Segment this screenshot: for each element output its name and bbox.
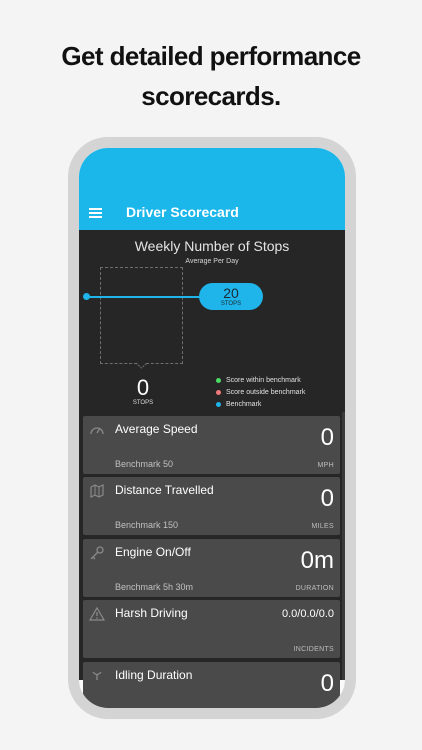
idle-icon xyxy=(92,671,102,680)
bar-baseline-left xyxy=(100,363,137,364)
chart-legend: Score within benchmark Score outside ben… xyxy=(216,374,305,410)
chart-title: Weekly Number of Stops xyxy=(134,238,290,254)
card-value: 0m xyxy=(300,547,334,574)
current-stops-value: 0 xyxy=(136,375,150,400)
card-benchmark: Benchmark 5h 30m xyxy=(115,582,194,592)
headline: Get detailed performance scorecards. xyxy=(0,36,422,116)
warning-icon xyxy=(89,606,105,621)
card-harsh-driving[interactable]: Harsh Driving 0.0/0.0/0.0 INCIDENTS xyxy=(83,600,340,658)
legend-label-within: Score within benchmark xyxy=(226,376,301,384)
card-title: Idling Duration xyxy=(115,668,193,682)
speedometer-icon xyxy=(90,427,104,435)
app-bar: Driver Scorecard xyxy=(79,148,345,230)
chart-subtitle: Average Per Day xyxy=(185,258,239,265)
legend-dot-benchmark xyxy=(216,401,221,407)
card-title: Engine On/Off xyxy=(115,545,191,559)
scorecard-content[interactable]: Weekly Number of Stops Average Per Day 2… xyxy=(79,230,345,708)
legend-item-outside: Score outside benchmark xyxy=(216,386,305,398)
legend-dot-outside xyxy=(216,389,221,395)
card-title: Distance Travelled xyxy=(115,483,214,497)
benchmark-line-dot xyxy=(83,293,90,300)
card-value: 0 xyxy=(320,670,334,697)
card-engine-on-off[interactable]: Engine On/Off 0m Benchmark 5h 30m DURATI… xyxy=(83,539,340,597)
current-stops-unit: STOPS xyxy=(132,400,154,406)
app-title: Driver Scorecard xyxy=(126,204,239,220)
headline-line-2: scorecards. xyxy=(141,81,281,111)
bar-baseline-right xyxy=(146,363,183,364)
card-title: Harsh Driving xyxy=(115,606,188,620)
legend-item-benchmark: Benchmark xyxy=(216,398,305,410)
card-value: 0 xyxy=(320,485,334,512)
card-average-speed[interactable]: Average Speed 0 Benchmark 50 MPH xyxy=(83,416,340,474)
card-unit: INCIDENTS xyxy=(293,646,334,653)
card-benchmark: Benchmark 50 xyxy=(115,459,174,469)
map-icon xyxy=(90,484,104,498)
card-unit: DURATION xyxy=(295,585,334,592)
benchmark-line xyxy=(86,296,201,298)
benchmark-badge: 20 STOPS xyxy=(199,283,263,310)
legend-item-within: Score within benchmark xyxy=(216,374,305,386)
card-unit: MILES xyxy=(311,523,334,530)
app-screen: Driver Scorecard Weekly Number of Stops … xyxy=(79,148,345,708)
scrollbar[interactable] xyxy=(342,412,345,680)
bar-pointer-notch xyxy=(135,362,148,369)
headline-line-1: Get detailed performance xyxy=(61,41,361,71)
card-idling-duration[interactable]: Idling Duration 0 xyxy=(83,662,340,708)
benchmark-unit: STOPS xyxy=(220,301,242,307)
hamburger-menu-icon[interactable] xyxy=(89,208,102,218)
card-value: 0 xyxy=(320,424,334,451)
card-title: Average Speed xyxy=(115,422,198,436)
legend-label-outside: Score outside benchmark xyxy=(226,388,306,396)
card-benchmark: Benchmark 150 xyxy=(115,520,179,530)
key-icon xyxy=(90,546,104,560)
stops-bar-placeholder xyxy=(100,267,183,364)
legend-dot-within xyxy=(216,377,221,383)
legend-label-benchmark: Benchmark xyxy=(226,400,262,408)
card-value: 0.0/0.0/0.0 xyxy=(282,608,334,620)
phone-frame: Driver Scorecard Weekly Number of Stops … xyxy=(68,137,356,719)
benchmark-value: 20 xyxy=(223,285,239,301)
card-distance-travelled[interactable]: Distance Travelled 0 Benchmark 150 MILES xyxy=(83,477,340,535)
card-unit: MPH xyxy=(317,462,334,469)
